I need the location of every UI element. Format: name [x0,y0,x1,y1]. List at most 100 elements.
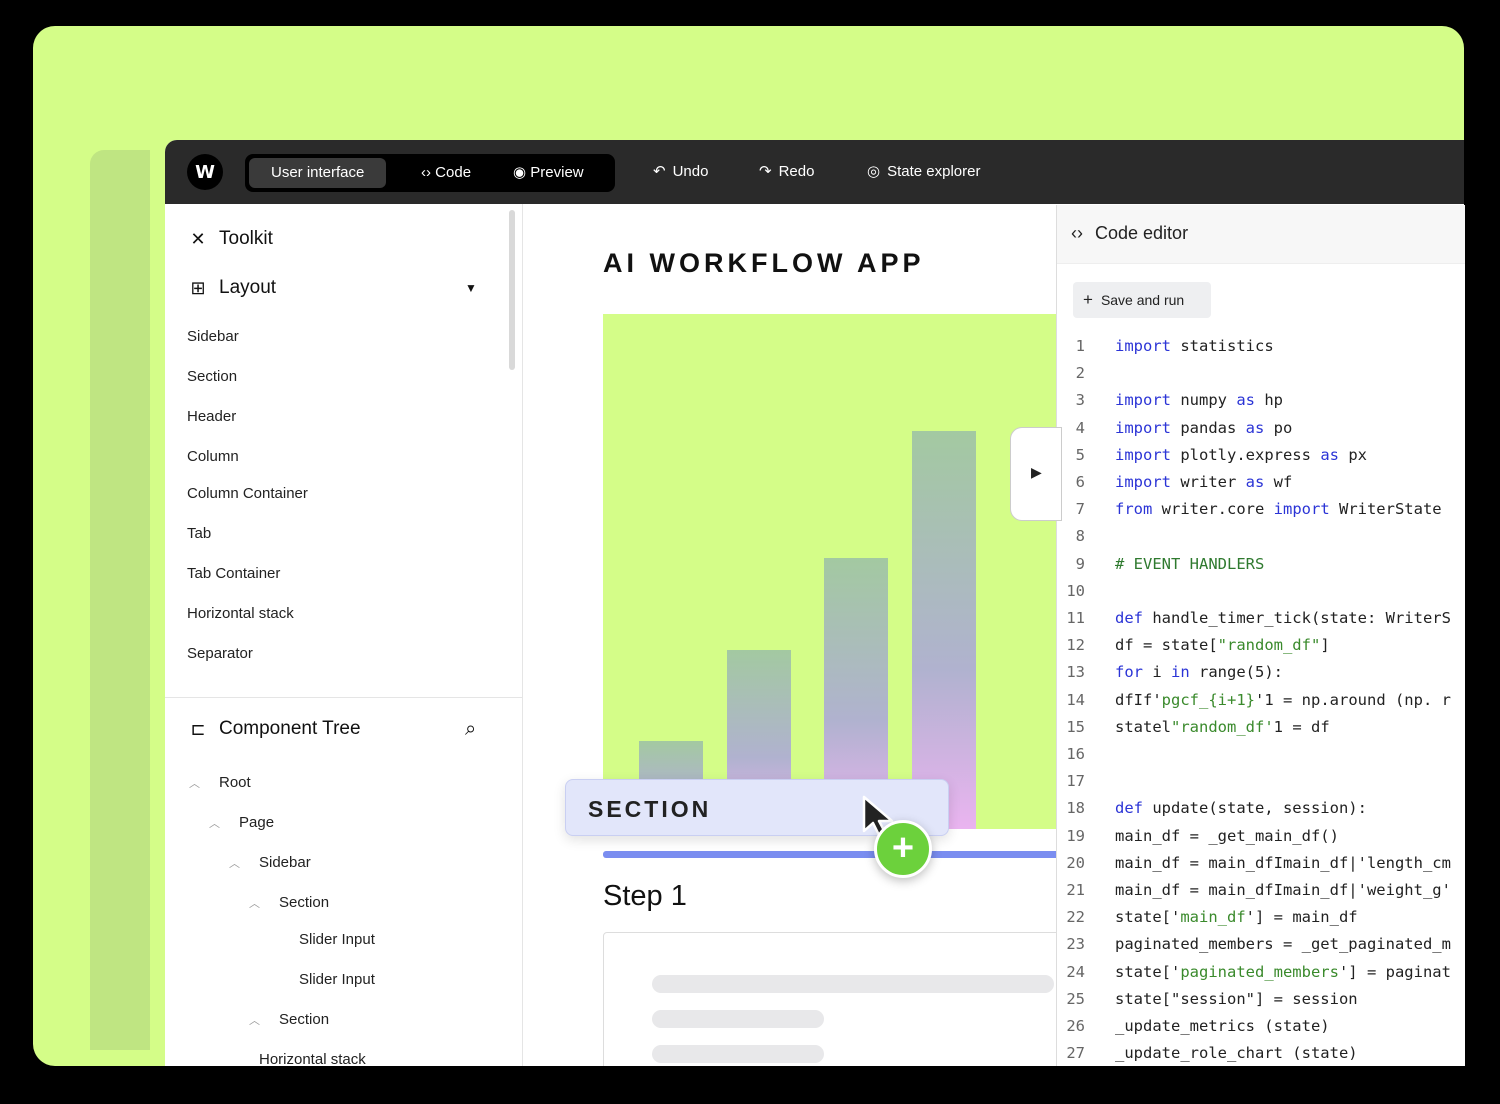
skeleton-line [652,1045,824,1063]
chevron-up-icon[interactable]: ︿ [209,815,229,831]
code-line: 16 [1057,745,1115,765]
code-line: 24 state['paginated_members'] = paginat [1057,963,1451,983]
mode-preview[interactable]: ◉ Preview [513,158,584,188]
undo-button[interactable]: ↶ Undo [653,162,708,180]
chevron-up-icon[interactable]: ︿ [229,855,249,871]
code-line: 23 paginated_members = _get_paginated_m [1057,935,1451,955]
panel-divider [165,697,522,698]
app-title: AI WORKFLOW APP [603,248,925,278]
toolkit-item[interactable]: Tab [187,525,211,542]
line-number: 15 [1066,717,1085,736]
toolkit-item[interactable]: Section [187,368,237,385]
tree-item[interactable]: ︿ Sidebar [229,854,311,871]
code-line: 12 df = state["random_df"] [1057,636,1329,656]
line-number: 18 [1066,799,1085,818]
code-line: 25 state["session"] = session [1057,989,1357,1010]
code-line: 27 _update_role_chart (state) [1057,1044,1357,1064]
toolkit-item[interactable]: Horizontal stack [187,605,294,622]
save-and-run-button[interactable]: + Save and run [1073,282,1211,318]
line-number: 16 [1066,745,1085,763]
line-number: 22 [1066,908,1085,927]
collapse-editor-button[interactable]: ▶ [1010,427,1062,521]
state-explorer-button[interactable]: ◎ State explorer [867,162,980,180]
line-number: 3 [1075,391,1085,410]
chart-bar [912,431,976,829]
tree-icon: ⊏ [190,718,206,739]
code-line: 15 statel"random_df'1 = df [1057,717,1329,738]
line-number: 25 [1066,989,1085,1008]
code-line: 14 dfIf'pgcf_{i+1}'1 = np.around (np. r [1057,691,1451,711]
search-icon[interactable]: ⌕ [465,718,476,741]
line-number: 19 [1066,826,1085,845]
code-editor-header: ‹› Code editor [1057,205,1465,264]
toolkit-item[interactable]: Column Container [187,485,308,502]
chevron-up-icon[interactable]: ︿ [249,895,269,911]
line-number: 23 [1066,935,1085,954]
tree-item[interactable]: Slider Input [269,931,375,948]
line-number: 9 [1075,554,1085,573]
redo-button[interactable]: ↷ Redo [759,162,814,180]
line-number: 21 [1066,881,1085,899]
code-line: 8 [1057,527,1115,547]
line-number: 13 [1066,663,1085,682]
line-number: 17 [1066,772,1085,791]
target-icon: ◎ [867,163,881,180]
toolkit-header: ✕ Toolkit [187,228,272,250]
line-number: 27 [1066,1044,1085,1063]
tools-icon: ✕ [190,228,206,249]
chevron-up-icon[interactable]: ︿ [249,1012,269,1028]
left-panel: ✕ Toolkit ⊞ Layout ▼ Sidebar Section Header Co… [165,204,523,1066]
code-line: 3 import numpy as hp [1057,391,1283,411]
caret-down-icon: ▼ [465,281,477,295]
line-number: 14 [1066,690,1085,709]
caret-right-icon: ▶ [1031,464,1042,480]
layout-category[interactable]: ⊞ Layout ▼ [187,277,487,299]
code-line: 11 def handle_timer_tick(state: WriterS [1057,609,1451,629]
line-number: 10 [1066,581,1085,600]
toolkit-item[interactable]: Column [187,448,239,465]
mode-code[interactable]: ‹› Code [421,158,471,188]
redo-icon: ↷ [759,163,772,180]
line-number: 26 [1066,1017,1085,1035]
code-icon: ‹› [1071,223,1083,243]
tree-item[interactable]: Slider Input [269,971,375,988]
backdrop-card [90,150,150,1050]
toolkit-item[interactable]: Separator [187,645,253,662]
component-tree-header: ⊏ Component Tree ⌕ [187,718,497,740]
code-line: 6 import writer as wf [1057,473,1293,493]
code-line: 18 def update(state, session): [1057,799,1367,819]
toolkit-item[interactable]: Header [187,408,236,425]
toolkit-item[interactable]: Sidebar [187,328,239,345]
undo-icon: ↶ [653,163,666,180]
tree-item[interactable]: ︿ Page [209,814,274,831]
line-number: 24 [1066,962,1085,981]
tree-item[interactable]: Horizontal stack [229,1051,366,1066]
code-line: 5 import plotly.express as px [1057,446,1367,466]
code-line: 7 from writer.core import WriterState [1057,500,1442,520]
line-number: 8 [1075,527,1085,546]
chart-area [603,314,1057,829]
eye-icon: ◉ [513,164,527,181]
tree-item[interactable]: ︿ Section [249,1011,329,1028]
line-number: 11 [1066,609,1085,627]
code-line: 2 [1057,364,1115,384]
scrollbar[interactable] [509,210,515,370]
code-icon: ‹› [421,164,431,181]
line-number: 20 [1066,853,1085,872]
code-line: 19 main_df = _get_main_df() [1057,827,1339,847]
line-number: 12 [1066,636,1085,655]
skeleton-line [652,975,1054,993]
chevron-up-icon[interactable]: ︿ [189,775,209,791]
toolkit-item[interactable]: Tab Container [187,565,280,582]
tree-item[interactable]: ︿ Root [189,774,251,791]
code-line: 20 main_df = main_dfImain_df|'length_cm [1057,854,1451,874]
top-bar: W User interface ‹› Code ◉ Preview ↶ Undo… [165,140,1464,204]
mode-user-interface[interactable]: User interface [249,158,387,188]
plus-icon: + [1083,290,1093,309]
line-number: 2 [1075,364,1085,383]
code-editor-panel: ‹› Code editor + Save and run 1 import stat… [1056,205,1465,1066]
add-plus-icon: + [874,820,932,878]
code-line: 22 state['main_df'] = main_df [1057,908,1357,928]
drop-indicator [603,851,1057,858]
tree-item[interactable]: ︿ Section [249,894,329,911]
